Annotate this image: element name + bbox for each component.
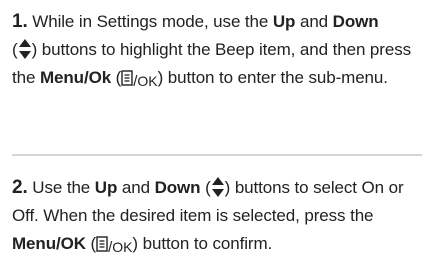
step-1-up-label: Up [272,12,296,31]
step-1-and: and [295,12,333,31]
step-2-and: and [117,178,155,197]
step-2-paragraph: 2. Use the Up and Down () buttons to sel… [12,174,424,262]
step-2-down-label: Down [154,178,201,197]
step-1-menu-ok-label: Menu/Ok [39,68,112,87]
step-1-number: 1. [12,11,28,32]
menu-ok-icon-text: OK [137,73,158,89]
menu-ok-icon: /OK [121,67,158,96]
step-1-paren-open-2: ( [111,68,122,87]
up-down-arrows-icon [211,177,224,197]
step-2-paren-open: ( [200,178,211,197]
step-2-up-label: Up [94,178,118,197]
step-2-menu-ok-label: Menu/OK [12,234,86,253]
step-2-text-part-1: Use the [27,178,95,197]
step-1-down-label: Down [332,12,379,31]
step-2-number: 2. [12,177,28,198]
step-1-paren-close-2: ) button to enter the sub-menu. [157,68,388,87]
menu-ok-icon-text: OK [112,239,133,255]
step-1-text-part-1: While in Settings mode, use the [27,12,273,31]
up-down-arrows-icon [18,39,31,59]
step-2-paren-close-2: ) button to confirm. [132,234,273,253]
menu-ok-icon: /OK [96,233,132,262]
section-divider [12,154,422,156]
step-1-paragraph: 1. While in Settings mode, use the Up an… [12,8,424,96]
step-2-paren-open-2: ( [85,234,97,253]
